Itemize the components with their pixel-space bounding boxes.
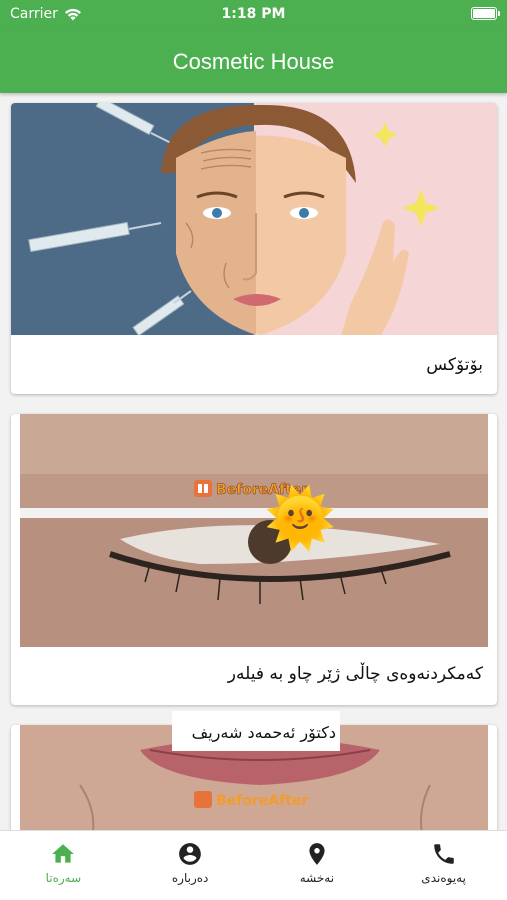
nav-map[interactable]: نەخشە [254,831,381,900]
nav-contact[interactable]: پەیوەندی [380,831,507,900]
bottom-navigation: سەرەتا دەربارە نەخشە پەیوەندی [0,830,507,900]
nav-map-label: نەخشە [299,871,335,885]
account-circle-icon [179,843,201,865]
under-eye-before-after: BeforeAfter 🌞 [20,414,488,647]
home-icon [52,844,75,863]
treatment-card-botox[interactable]: بۆتۆکس [11,103,497,394]
treatment-list[interactable]: بۆتۆکس BeforeAfter 🌞 کەمکردنەوەی چاڵی ژێ… [0,93,507,830]
nav-about-label: دەربارە [171,871,209,885]
battery-icon [471,7,500,20]
before-after-watermark: BeforeAfter [216,793,308,809]
location-pin-icon [309,843,325,865]
nav-home-label: سەرەتا [45,871,82,885]
nav-contact-label: پەیوەندی [421,871,466,885]
nav-home[interactable]: سەرەتا [0,831,127,900]
app-title: Cosmetic House [172,48,335,74]
card-caption: کەمکردنەوەی چاڵی ژێر چاو بە فیلەر [227,664,483,684]
treatment-card-under-eye-filler[interactable]: BeforeAfter 🌞 کەمکردنەوەی چاڵی ژێر چاو ب… [11,414,497,705]
sun-emoji: 🌞 [264,483,336,553]
card-caption: بۆتۆکس [426,355,483,375]
phone-icon [433,844,454,864]
app-bar: Cosmetic House [0,30,507,93]
clock: 1:18 PM [221,6,286,22]
nav-about[interactable]: دەربارە [127,831,254,900]
card-caption-overlay: دکتۆر ئەحمەد شەریف [172,711,340,751]
status-bar: Carrier 1:18 PM [0,0,507,30]
botox-face-illustration [11,103,497,335]
